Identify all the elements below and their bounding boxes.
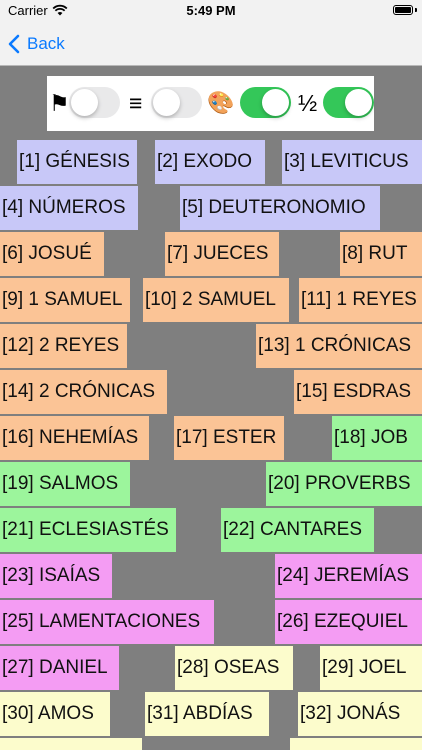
book-button-partial[interactable]: [0, 738, 142, 750]
book-button[interactable]: [1] GÉNESIS: [17, 140, 137, 184]
book-button[interactable]: [9] 1 SAMUEL: [0, 278, 130, 322]
book-button[interactable]: [21] ECLESIASTÉS: [0, 508, 176, 552]
book-button[interactable]: [3] LEVITICUS: [282, 140, 422, 184]
book-button[interactable]: [29] JOEL: [320, 646, 422, 690]
book-button[interactable]: [27] DANIEL: [0, 646, 119, 690]
color-toggle[interactable]: [240, 87, 291, 118]
book-button[interactable]: [13] 1 CRÓNICAS: [256, 324, 422, 368]
book-button[interactable]: [19] SALMOS: [0, 462, 130, 506]
settings-toolbar: ⚑ ≡ 🎨 ½: [47, 76, 374, 131]
half-toggle[interactable]: [323, 87, 374, 118]
status-bar: Carrier 5:49 PM: [0, 0, 422, 22]
book-button[interactable]: [17] ESTER: [174, 416, 284, 460]
book-button[interactable]: [30] AMOS: [0, 692, 110, 736]
book-button[interactable]: [7] JUECES: [165, 232, 279, 276]
book-button[interactable]: [6] JOSUÉ: [0, 232, 104, 276]
navigation-bar: Back: [0, 22, 422, 66]
book-button[interactable]: [16] NEHEMÍAS: [0, 416, 149, 460]
book-button[interactable]: [18] JOB: [332, 416, 422, 460]
book-button[interactable]: [10] 2 SAMUEL: [143, 278, 289, 322]
book-button[interactable]: [26] EZEQUIEL: [275, 600, 422, 644]
back-button[interactable]: Back: [8, 30, 65, 58]
list-icon: ≡: [129, 90, 143, 116]
palette-icon: 🎨: [207, 90, 235, 115]
back-label: Back: [27, 34, 65, 53]
book-button[interactable]: [32] JONÁS: [298, 692, 422, 736]
flag-icon: ⚑: [49, 90, 70, 116]
half-icon: ½: [298, 90, 318, 116]
book-button[interactable]: [24] JEREMÍAS: [275, 554, 422, 598]
battery-icon: [393, 5, 413, 15]
book-button-partial[interactable]: [290, 738, 422, 750]
battery-tip: [415, 8, 417, 12]
book-button[interactable]: [20] PROVERBS: [266, 462, 422, 506]
book-button[interactable]: [5] DEUTERONOMIO: [180, 186, 380, 230]
book-button[interactable]: [8] RUT: [340, 232, 422, 276]
book-button[interactable]: [25] LAMENTACIONES: [0, 600, 214, 644]
flag-toggle[interactable]: [69, 87, 120, 118]
book-button[interactable]: [15] ESDRAS: [294, 370, 422, 414]
chevron-left-icon: [8, 34, 20, 54]
book-button[interactable]: [4] NÚMEROS: [0, 186, 138, 230]
book-button[interactable]: [31] ABDÍAS: [145, 692, 269, 736]
book-button[interactable]: [12] 2 REYES: [0, 324, 127, 368]
list-toggle[interactable]: [151, 87, 202, 118]
book-button[interactable]: [11] 1 REYES: [299, 278, 422, 322]
clock: 5:49 PM: [186, 3, 236, 18]
book-button[interactable]: [22] CANTARES: [221, 508, 374, 552]
book-button[interactable]: [23] ISAÍAS: [0, 554, 112, 598]
book-button[interactable]: [2] EXODO: [155, 140, 265, 184]
book-button[interactable]: [28] OSEAS: [175, 646, 293, 690]
book-button[interactable]: [14] 2 CRÓNICAS: [0, 370, 167, 414]
